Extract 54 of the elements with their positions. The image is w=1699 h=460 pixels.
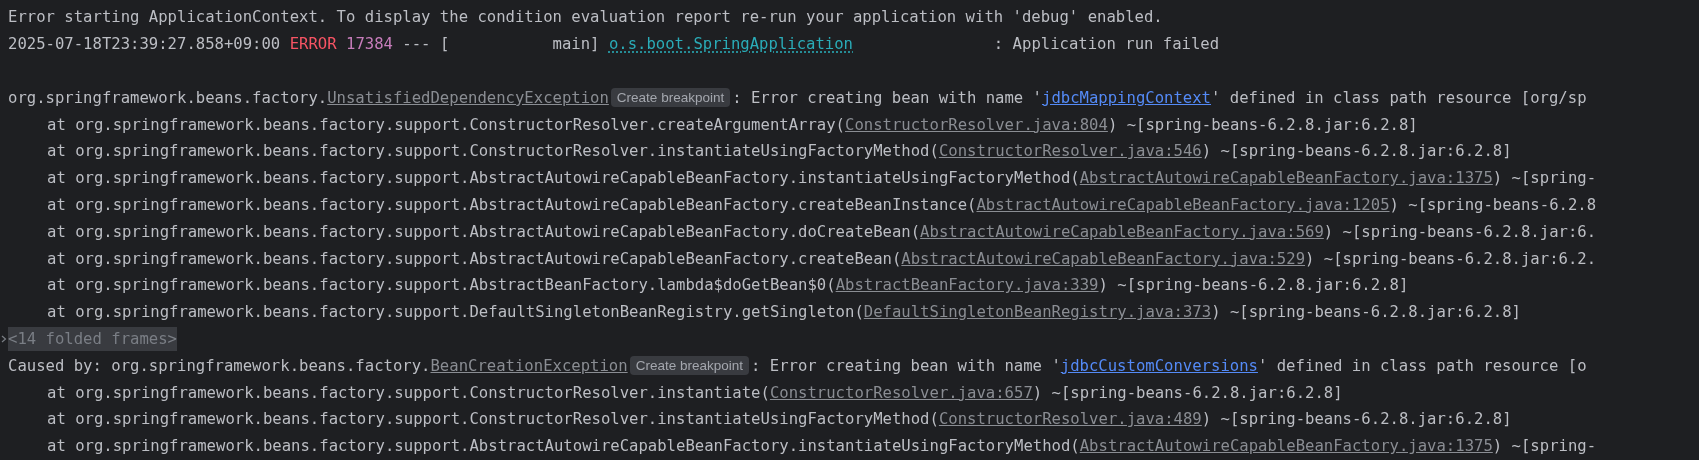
bean-link[interactable]: jdbcMappingContext	[1042, 88, 1211, 107]
stack-frame-call: at org.springframework.beans.factory.support.AbstractAutowireCapableBeanFactory.doCreateBean(	[47, 222, 921, 241]
jar-version: ) ~[spring-beans-6.2.8.jar:6.2.8]	[1201, 142, 1512, 161]
source-link[interactable]: ConstructorResolver.java:489	[938, 410, 1202, 429]
exception-package: org.springframework.beans.factory.	[8, 88, 328, 107]
create-breakpoint-button[interactable]: Create breakpoint	[610, 88, 731, 108]
source-link[interactable]: AbstractBeanFactory.java:339	[835, 276, 1099, 295]
source-link[interactable]: DefaultSingletonBeanRegistry.java:373	[863, 303, 1212, 322]
source-link[interactable]: AbstractAutowireCapableBeanFactory.java:529	[901, 249, 1306, 268]
source-link[interactable]: AbstractAutowireCapableBeanFactory.java:1205	[976, 195, 1390, 214]
stack-frame-call: at org.springframework.beans.factory.support.AbstractBeanFactory.lambda$doGetBean$0(	[47, 276, 836, 295]
source-link[interactable]: AbstractAutowireCapableBeanFactory.java:1375	[1079, 169, 1493, 188]
stack-frame-call: at org.springframework.beans.factory.support.AbstractAutowireCapableBeanFactory.createBeanInstance(	[47, 195, 977, 214]
thread-name: --- [ main]	[402, 35, 600, 54]
stack-frame-call: at org.springframework.beans.factory.support.DefaultSingletonBeanRegistry.getSingleton(	[47, 303, 864, 322]
stack-frame-call: at org.springframework.beans.factory.support.AbstractAutowireCapableBeanFactory.instantiateUsingFactoryMethod(	[47, 169, 1080, 188]
chevron-icon[interactable]	[1, 334, 7, 343]
jar-version: ) ~[spring-beans-6.2.8.jar:6.2.8]	[1201, 410, 1512, 429]
jar-version: ) ~[spring-beans-6.2.8	[1389, 195, 1597, 214]
source-link[interactable]: ConstructorResolver.java:546	[938, 142, 1202, 161]
exception-link[interactable]: BeanCreationException	[430, 356, 628, 375]
jar-version: ) ~[spring-beans-6.2.8.jar:6.2.8]	[1098, 276, 1409, 295]
logger-link[interactable]: o.s.boot.SpringApplication	[608, 35, 853, 54]
process-id: 17384	[346, 35, 393, 54]
stack-frame-call: at org.springframework.beans.factory.support.ConstructorResolver.instantiateUsingFactoryMethod(	[47, 142, 939, 161]
source-link[interactable]: AbstractAutowireCapableBeanFactory.java:569	[920, 222, 1324, 241]
stack-frame-call: at org.springframework.beans.factory.support.AbstractAutowireCapableBeanFactory.createBean(	[47, 249, 902, 268]
stack-frame-call: at org.springframework.beans.factory.support.ConstructorResolver.instantiateUsingFactoryMethod(	[47, 410, 939, 429]
error-message: ' defined in class path resource [org/sp	[1211, 88, 1587, 107]
jar-version: ) ~[spring-beans-6.2.8.jar:6.2.	[1305, 249, 1597, 268]
exception-package: Caused by: org.springframework.beans.factory.	[8, 356, 431, 375]
stack-frame-call: at org.springframework.beans.factory.support.ConstructorResolver.instantiate(	[47, 383, 770, 402]
create-breakpoint-button[interactable]: Create breakpoint	[629, 356, 749, 376]
error-message: : Error creating bean with name '	[750, 356, 1061, 375]
source-link[interactable]: AbstractAutowireCapableBeanFactory.java:1375	[1079, 437, 1493, 456]
source-link[interactable]: ConstructorResolver.java:657	[769, 383, 1033, 402]
jar-version: ) ~[spring-	[1492, 437, 1597, 456]
console-text: Error starting ApplicationContext. To display the condition evaluation report re-run your application with 'debug' enabled.	[8, 8, 1163, 27]
log-message: : Application run failed	[992, 35, 1220, 54]
error-message: ' defined in class path resource [o	[1257, 356, 1587, 375]
jar-version: ) ~[spring-beans-6.2.8.jar:6.2.8]	[1032, 383, 1343, 402]
jar-version: ) ~[spring-	[1492, 169, 1597, 188]
jar-version: ) ~[spring-beans-6.2.8.jar:6.2.8]	[1107, 115, 1418, 134]
jar-version: ) ~[spring-beans-6.2.8.jar:6.2.8]	[1211, 303, 1521, 322]
exception-link[interactable]: UnsatisfiedDependencyException	[327, 88, 609, 107]
error-message: : Error creating bean with name '	[732, 88, 1042, 107]
stack-frame-call: at org.springframework.beans.factory.support.ConstructorResolver.createArgumentArray(	[47, 115, 845, 134]
jar-version: ) ~[spring-beans-6.2.8.jar:6.	[1323, 222, 1597, 241]
stack-frame-call: at org.springframework.beans.factory.support.AbstractAutowireCapableBeanFactory.instantiateUsingFactoryMethod(	[47, 437, 1080, 456]
bean-link[interactable]: jdbcCustomConversions	[1060, 356, 1258, 375]
source-link[interactable]: ConstructorResolver.java:804	[845, 115, 1108, 134]
folded-frames-button[interactable]: <14 folded frames>	[8, 326, 177, 351]
log-level: ERROR	[289, 35, 337, 54]
log-timestamp: 2025-07-18T23:39:27.858+09:00	[8, 35, 281, 54]
